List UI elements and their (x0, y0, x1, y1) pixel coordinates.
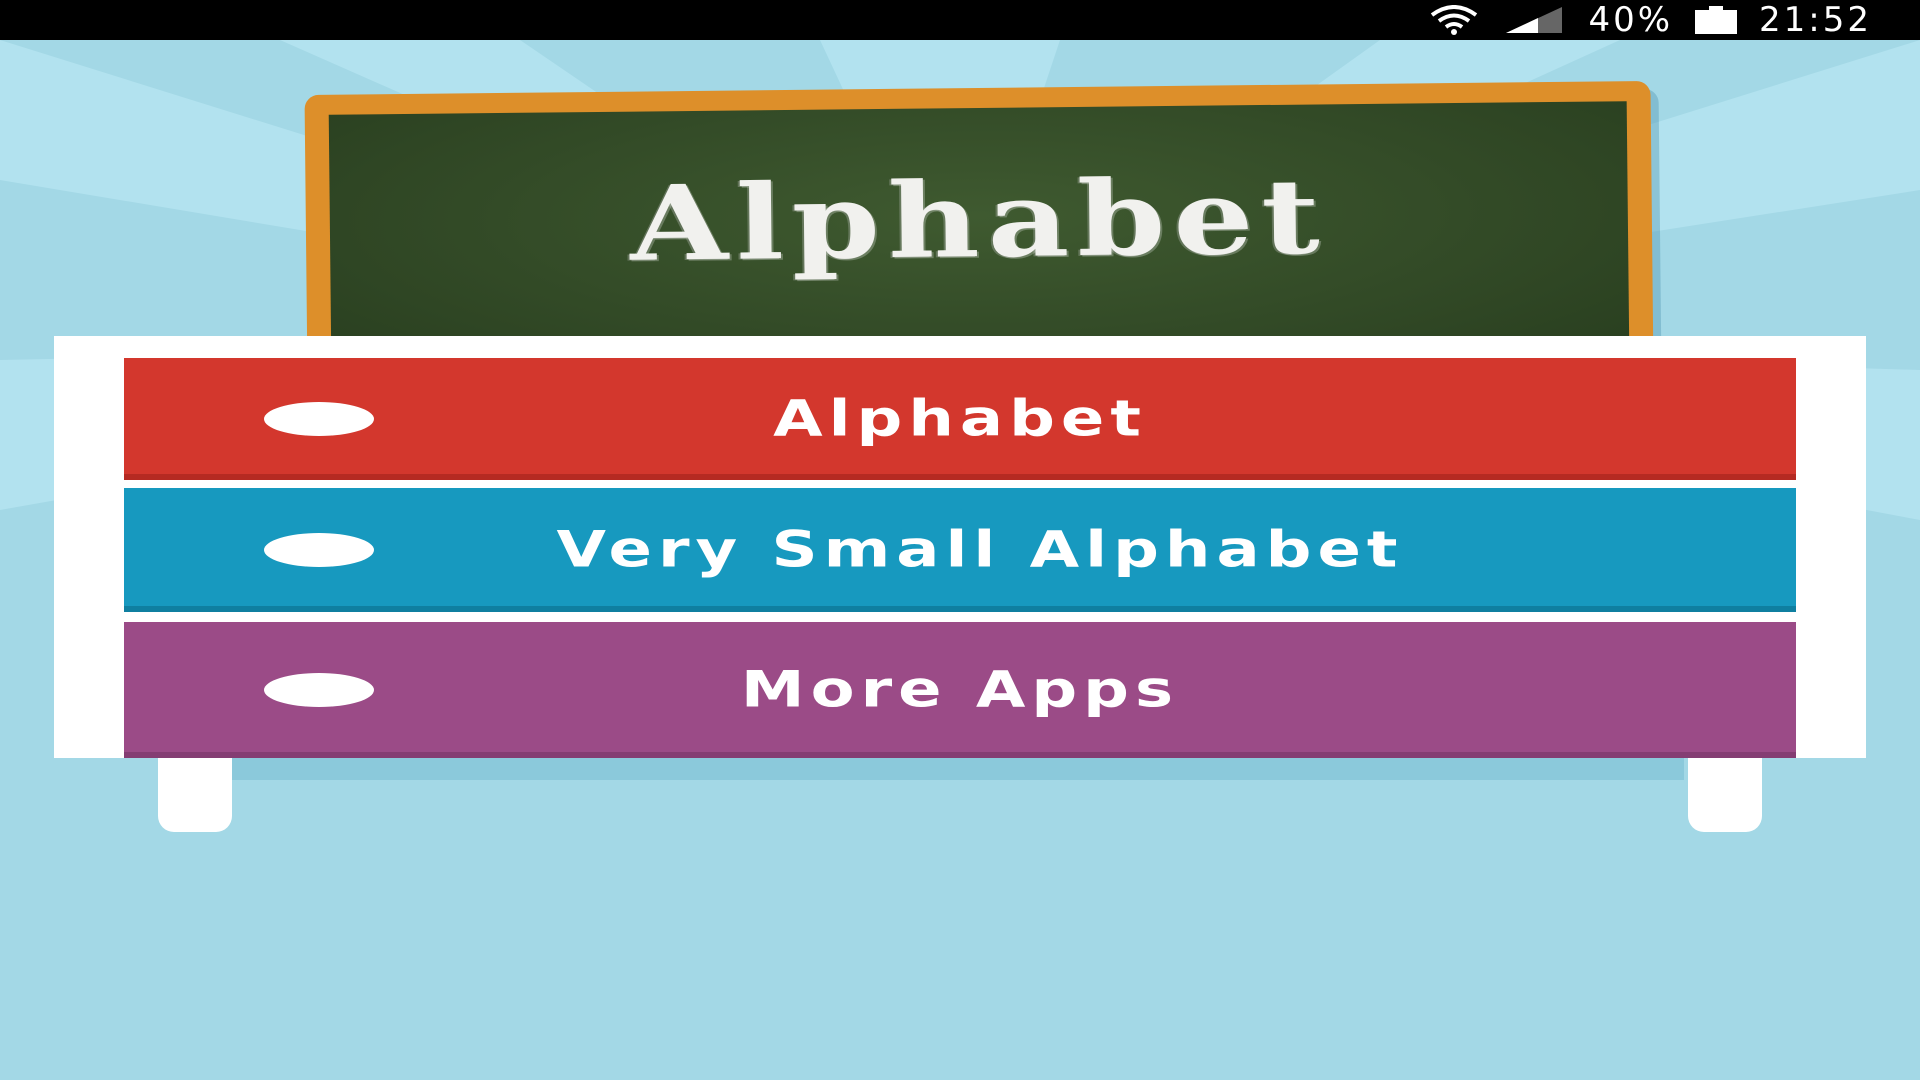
menu-button-label: Very Small Alphabet (556, 521, 1404, 579)
bullet-icon (264, 533, 374, 567)
battery-percent: 40% (1588, 0, 1674, 40)
menu-button-label: Alphabet (773, 390, 1147, 448)
clock-time: 21:52 (1759, 0, 1872, 40)
menu-button-more-apps[interactable]: More Apps (124, 622, 1796, 758)
wifi-icon (1428, 5, 1480, 35)
menu-button-alphabet[interactable]: Alphabet (124, 358, 1796, 480)
menu-button-very-small-alphabet[interactable]: Very Small Alphabet (124, 488, 1796, 612)
signal-icon (1502, 5, 1566, 35)
desk-shadow (232, 758, 1684, 780)
bullet-icon (264, 402, 374, 436)
chalkboard-title: Alphabet (629, 155, 1329, 285)
status-bar: 40% 21:52 (0, 0, 1920, 40)
menu-button-label: More Apps (740, 661, 1180, 719)
bullet-icon (264, 673, 374, 707)
menu-panel: Alphabet Very Small Alphabet More Apps (54, 336, 1866, 758)
battery-icon (1695, 6, 1738, 34)
